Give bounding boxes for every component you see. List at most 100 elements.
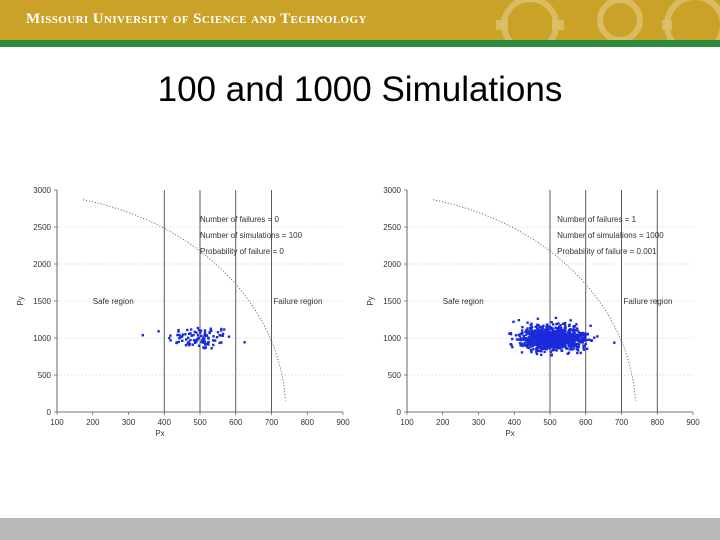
data-point	[559, 329, 562, 332]
data-point	[546, 339, 549, 342]
data-point	[212, 343, 215, 347]
data-point	[553, 348, 556, 351]
data-point	[203, 329, 207, 332]
x-tick-label: 400	[508, 418, 522, 427]
data-point	[511, 337, 514, 341]
data-point	[521, 344, 524, 348]
x-tick-label: 700	[265, 418, 279, 427]
x-tick-label: 200	[436, 418, 450, 427]
scatter-chart-1000: 100 200 300 400 500 600 700 800 900 0 500 1000 1500 2…	[365, 180, 710, 442]
data-point	[207, 343, 210, 346]
data-point	[209, 327, 212, 330]
data-point	[216, 331, 220, 334]
data-point	[546, 336, 549, 340]
data-point	[542, 335, 545, 338]
x-tick-label: 200	[86, 418, 100, 427]
data-point	[562, 335, 565, 339]
data-point	[181, 333, 185, 336]
data-point	[538, 337, 541, 340]
data-point	[571, 348, 574, 351]
data-point	[551, 342, 554, 345]
x-tick-label: 300	[122, 418, 136, 427]
data-point	[557, 337, 560, 340]
data-point	[537, 335, 541, 338]
x-tick-label: 500	[193, 418, 207, 427]
data-point	[560, 345, 564, 349]
data-point	[157, 330, 160, 333]
data-point	[186, 328, 189, 332]
y-tick-label: 500	[38, 371, 52, 380]
data-point	[596, 335, 599, 338]
data-point	[212, 335, 215, 338]
data-point	[529, 336, 532, 339]
data-point	[548, 334, 551, 337]
data-point	[545, 345, 549, 348]
data-point	[554, 338, 557, 341]
y-tick-label: 1500	[33, 297, 51, 306]
x-axis-label: Px	[155, 429, 164, 438]
data-point	[203, 346, 206, 350]
failure-region-label: Failure region	[274, 297, 323, 306]
failure-region-label: Failure region	[624, 297, 673, 306]
data-point	[181, 339, 184, 342]
y-tick-label: 2000	[383, 260, 401, 269]
data-point	[529, 333, 533, 336]
data-point	[576, 327, 579, 330]
data-point	[573, 325, 577, 328]
data-point	[529, 348, 533, 352]
stats-annotation: Number of failures = 0	[200, 215, 279, 224]
data-point	[176, 333, 179, 337]
y-tick-label: 1000	[33, 334, 51, 343]
data-point	[523, 343, 526, 346]
stats-annotation: Number of simulations = 100	[200, 231, 303, 240]
data-point	[573, 332, 576, 335]
x-tick-label: 800	[651, 418, 665, 427]
data-point	[521, 329, 524, 332]
data-point	[518, 335, 521, 338]
data-point	[578, 332, 582, 335]
y-axis-label: Py	[366, 296, 375, 305]
data-point	[219, 334, 222, 337]
data-point	[552, 323, 555, 326]
data-point	[590, 339, 593, 342]
data-point	[540, 353, 543, 356]
data-point	[559, 332, 562, 335]
data-point	[177, 340, 180, 344]
data-point	[169, 334, 172, 337]
footer-bar	[0, 518, 720, 540]
data-point	[199, 329, 203, 332]
data-point	[559, 336, 563, 339]
data-point	[221, 334, 224, 337]
data-point	[510, 343, 513, 347]
data-point	[550, 353, 553, 356]
header-bar: Missouri University of Science and Techn…	[0, 0, 720, 40]
x-tick-label: 500	[543, 418, 557, 427]
data-point	[197, 344, 201, 347]
safe-region-label: Safe region	[443, 297, 484, 306]
data-point	[524, 330, 527, 333]
y-tick-label: 0	[47, 408, 52, 417]
data-point	[512, 320, 515, 323]
x-tick-label: 900	[686, 418, 700, 427]
data-point	[511, 345, 514, 349]
data-point	[220, 327, 223, 331]
university-name: Missouri University of Science and Techn…	[26, 11, 367, 27]
data-point	[519, 337, 523, 340]
data-point	[582, 348, 586, 351]
header-stripe	[0, 40, 720, 47]
data-point	[177, 328, 180, 332]
y-tick-label: 3000	[33, 186, 51, 195]
x-tick-label: 300	[472, 418, 486, 427]
data-point	[589, 324, 592, 327]
data-point	[552, 335, 555, 338]
data-point	[525, 345, 529, 348]
data-point	[555, 344, 559, 348]
y-tick-label: 2500	[383, 223, 401, 232]
gear-icon	[496, 0, 720, 40]
data-point	[215, 336, 219, 339]
data-point	[178, 333, 181, 337]
data-point	[188, 342, 192, 346]
data-point	[521, 326, 524, 329]
data-point	[554, 326, 557, 330]
stats-annotation: Number of failures = 1	[557, 215, 636, 224]
